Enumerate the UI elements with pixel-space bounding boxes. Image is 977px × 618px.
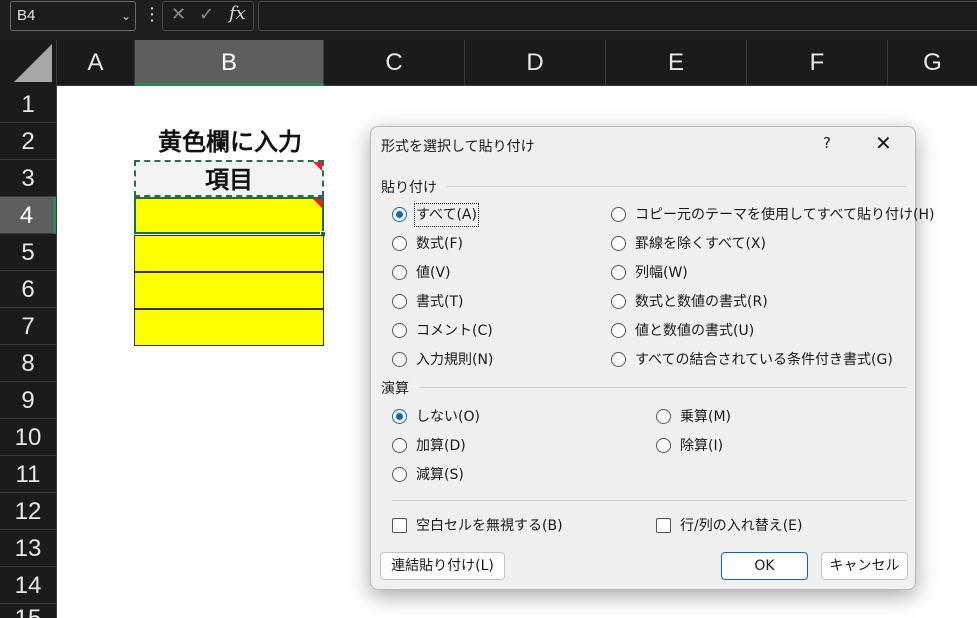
radio-icon <box>392 294 407 309</box>
row-header-1[interactable]: 1 <box>0 86 56 123</box>
select-all-button[interactable] <box>0 40 57 86</box>
option-label: 値と数値の書式(U) <box>635 323 755 339</box>
row-header-9[interactable]: 9 <box>0 382 56 419</box>
formula-bar: B4 ⌄ ⋮ ✕ ✓ fx <box>0 0 977 40</box>
radio-icon <box>392 265 407 280</box>
paste-link-button[interactable]: 連結貼り付け(L) <box>380 552 505 580</box>
cell-b2[interactable]: 黄色欄に入力 <box>135 124 325 160</box>
cell-b6[interactable] <box>134 272 324 309</box>
option-label: 書式(T) <box>416 294 464 310</box>
row-header-10[interactable]: 10 <box>0 419 56 456</box>
radio-icon <box>611 323 626 338</box>
radio-icon <box>392 467 407 482</box>
radio-icon <box>611 265 626 280</box>
option-label: 入力規則(N) <box>416 352 494 368</box>
row-header-7[interactable]: 7 <box>0 308 56 345</box>
column-header-a[interactable]: A <box>57 40 135 86</box>
checkbox-icon <box>392 518 407 533</box>
comment-indicator-icon <box>313 199 322 208</box>
checkbox-label: 空白セルを無視する(B) <box>416 518 563 534</box>
radio-icon <box>392 236 407 251</box>
option-label: すべて(A) <box>414 203 479 227</box>
radio-icon <box>611 294 626 309</box>
checkbox-icon <box>656 518 671 533</box>
formula-input[interactable] <box>258 1 977 31</box>
help-button[interactable]: ? <box>823 134 831 152</box>
excel-window: B4 ⌄ ⋮ ✕ ✓ fx A B C D E F G 1 2 3 4 5 6 … <box>0 0 977 618</box>
divider <box>419 387 907 388</box>
cell-b3[interactable]: 項目 <box>134 160 324 197</box>
paste-group-label: 貼り付け <box>381 180 437 196</box>
operation-group-label: 演算 <box>381 381 409 397</box>
radio-selected-icon <box>392 207 407 222</box>
option-label: 数式と数値の書式(R) <box>635 294 768 310</box>
radio-icon <box>611 236 626 251</box>
option-label: 乗算(M) <box>680 409 732 425</box>
cancel-button[interactable]: キャンセル <box>821 552 908 580</box>
vertical-dots-icon[interactable]: ⋮ <box>143 3 161 27</box>
row-header-6[interactable]: 6 <box>0 271 56 308</box>
row-header-14[interactable]: 14 <box>0 567 56 604</box>
name-box-value: B4 <box>17 7 36 24</box>
radio-icon <box>611 207 626 222</box>
row-header-15[interactable]: 15 <box>0 604 56 618</box>
row-header-5[interactable]: 5 <box>0 234 56 271</box>
radio-icon <box>656 409 671 424</box>
column-header-b[interactable]: B <box>135 40 324 86</box>
column-header-d[interactable]: D <box>465 40 606 86</box>
option-label: 除算(I) <box>680 438 724 454</box>
divider <box>392 500 907 501</box>
cell-b4[interactable] <box>134 197 324 234</box>
x-icon[interactable]: ✕ <box>171 4 186 25</box>
column-headers: A B C D E F G <box>0 40 977 86</box>
option-label: コメント(C) <box>416 323 493 339</box>
divider <box>447 186 907 187</box>
close-icon[interactable]: ✕ <box>875 131 892 155</box>
row-headers: 1 2 3 4 5 6 7 8 9 10 11 12 13 14 15 <box>0 86 57 618</box>
column-header-g[interactable]: G <box>888 40 977 86</box>
name-box[interactable]: B4 ⌄ <box>10 1 136 31</box>
radio-icon <box>611 352 626 367</box>
row-header-2[interactable]: 2 <box>0 123 56 160</box>
option-label: 列幅(W) <box>635 265 688 281</box>
checkbox-label: 行/列の入れ替え(E) <box>680 518 803 534</box>
paste-special-dialog: 形式を選択して貼り付け ? ✕ 貼り付け すべて(A) 数式(F) 値(V) 書… <box>370 126 935 590</box>
chevron-down-icon[interactable]: ⌄ <box>121 2 131 30</box>
option-label: コピー元のテーマを使用してすべて貼り付け(H) <box>635 207 935 223</box>
comment-indicator-icon <box>313 162 322 171</box>
row-header-8[interactable]: 8 <box>0 345 56 382</box>
row-header-11[interactable]: 11 <box>0 456 56 493</box>
option-label: 罫線を除くすべて(X) <box>635 236 766 252</box>
formula-buttons: ✕ ✓ fx <box>162 1 254 31</box>
select-all-triangle-icon <box>14 44 52 82</box>
cell-b3-text: 項目 <box>205 166 253 194</box>
column-header-f[interactable]: F <box>747 40 888 86</box>
column-header-e[interactable]: E <box>606 40 747 86</box>
option-label: 加算(D) <box>416 438 466 454</box>
radio-icon <box>392 438 407 453</box>
radio-icon <box>392 323 407 338</box>
radio-icon <box>392 352 407 367</box>
column-header-c[interactable]: C <box>324 40 465 86</box>
row-header-12[interactable]: 12 <box>0 493 56 530</box>
row-header-3[interactable]: 3 <box>0 160 56 197</box>
radio-selected-icon <box>392 409 407 424</box>
dialog-title: 形式を選択して貼り付け <box>381 139 535 155</box>
radio-icon <box>656 438 671 453</box>
cell-b7[interactable] <box>134 309 324 346</box>
option-label: 値(V) <box>416 265 451 281</box>
ok-button[interactable]: OK <box>721 552 808 580</box>
check-icon[interactable]: ✓ <box>199 4 214 25</box>
cell-b5[interactable] <box>134 235 324 272</box>
option-label: 減算(S) <box>416 467 464 483</box>
option-label: しない(O) <box>416 409 480 425</box>
row-header-4[interactable]: 4 <box>0 197 56 234</box>
row-header-13[interactable]: 13 <box>0 530 56 567</box>
option-label: 数式(F) <box>416 236 463 252</box>
option-label: すべての結合されている条件付き書式(G) <box>635 352 893 368</box>
fx-icon[interactable]: fx <box>229 3 246 24</box>
